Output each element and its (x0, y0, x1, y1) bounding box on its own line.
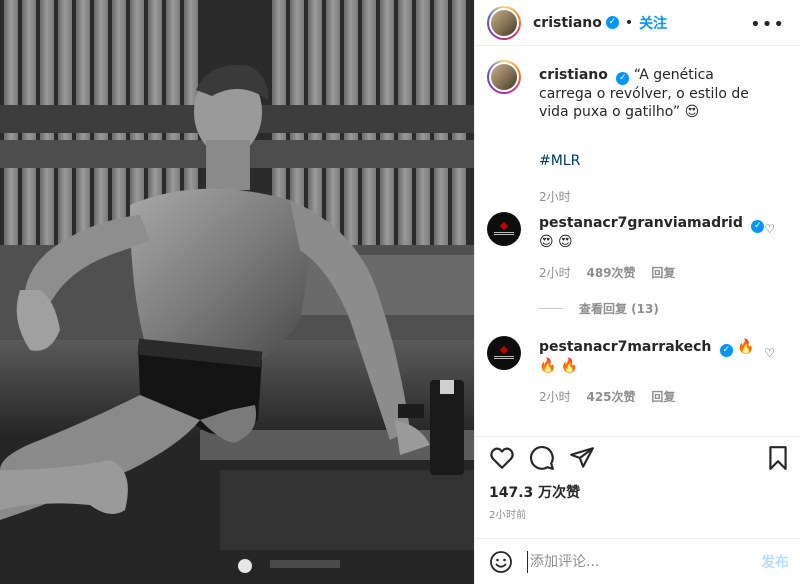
verified-badge-icon: ✓ (616, 72, 630, 85)
verified-badge-icon: ✓ (719, 344, 733, 357)
caption-author-username[interactable]: cristiano (539, 67, 608, 83)
post-header: cristiano ✓ • 关注 ••• (475, 0, 800, 46)
separator-dot: • (624, 14, 634, 31)
caption-emoji: 😍 (684, 104, 700, 120)
share-icon[interactable] (569, 445, 595, 471)
replies-divider (539, 308, 563, 309)
emoji-icon[interactable] (489, 550, 513, 574)
comment-text-block: pestanacr7marrakech ✓ 🔥 🔥 🔥 (539, 338, 771, 375)
reply-button[interactable]: 回复 (651, 266, 675, 280)
commenter-username[interactable]: pestanacr7marrakech (539, 339, 711, 355)
view-replies-button[interactable]: 查看回复 (13) (539, 300, 659, 317)
comment-input[interactable] (527, 551, 747, 573)
post-image (0, 0, 474, 584)
comment-meta: 2小时 425次赞 回复 (539, 388, 771, 406)
post-comment-button[interactable]: 发布 (761, 552, 789, 572)
heart-icon[interactable] (489, 445, 515, 471)
verified-badge-icon: ✓ (751, 220, 765, 233)
view-replies-label: 查看回复 (13) (579, 302, 659, 316)
comment-like-heart-icon[interactable]: ♡ (764, 346, 775, 360)
follow-button[interactable]: 关注 (639, 13, 667, 33)
commenter-avatar[interactable] (487, 336, 521, 370)
comment-time: 2小时 (539, 266, 571, 280)
comment-icon[interactable] (529, 445, 555, 471)
comment-text: 😍 😍 (539, 234, 573, 250)
comment-meta: 2小时 489次赞 回复 (539, 264, 771, 282)
author-avatar[interactable] (487, 5, 521, 40)
comment-text-block: pestanacr7granviamadrid ✓ 😍 😍 (539, 214, 771, 251)
comment-form: 发布 (475, 538, 800, 584)
bookmark-icon[interactable] (765, 445, 791, 471)
author-username[interactable]: cristiano (533, 15, 602, 31)
post-panel: cristiano ✓ • 关注 ••• cristiano ✓ “A gené… (474, 0, 800, 584)
post-photo[interactable] (0, 0, 474, 584)
comment-like-heart-icon[interactable]: ♡ (764, 222, 775, 236)
action-bar (475, 436, 800, 476)
commenter-avatar[interactable] (487, 212, 521, 246)
more-horizontal-icon[interactable]: ••• (750, 14, 785, 35)
likes-count[interactable]: 147.3 万次赞 (489, 482, 580, 502)
caption-time: 2小时 (539, 190, 571, 204)
comment-likes[interactable]: 425次赞 (586, 390, 635, 404)
comment-likes[interactable]: 489次赞 (586, 266, 635, 280)
comment-time: 2小时 (539, 390, 571, 404)
verified-badge-icon: ✓ (605, 16, 619, 29)
caption-author-avatar[interactable] (487, 60, 521, 94)
post-timestamp: 2小时前 (489, 510, 527, 521)
reply-button[interactable]: 回复 (651, 390, 675, 404)
caption-text-block: cristiano ✓ “A genética carrega o revólv… (539, 66, 771, 121)
hashtag-row: #MLR (539, 152, 771, 170)
comments-list[interactable]: cristiano ✓ “A genética carrega o revólv… (475, 46, 800, 436)
hashtag-link[interactable]: #MLR (539, 153, 580, 169)
commenter-username[interactable]: pestanacr7granviamadrid (539, 215, 743, 231)
